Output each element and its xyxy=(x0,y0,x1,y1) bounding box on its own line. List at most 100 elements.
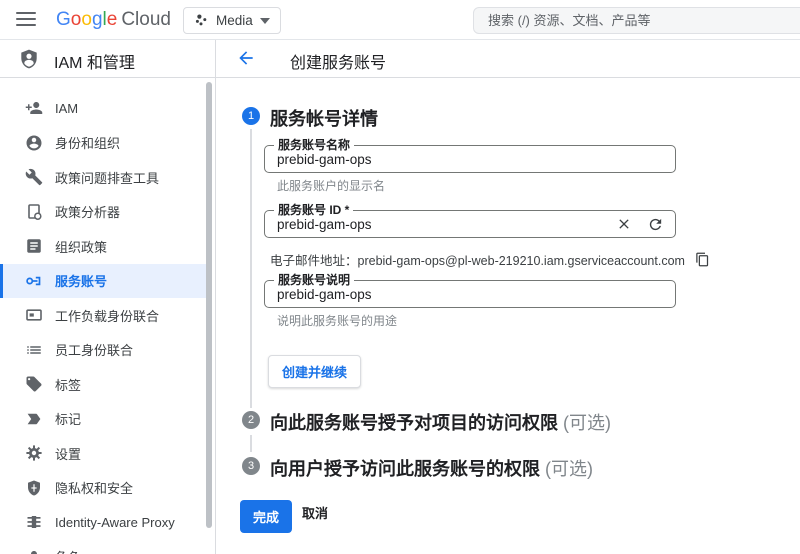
google-cloud-logo[interactable]: GoogleCloud xyxy=(56,9,171,31)
sidebar-item-identity-org[interactable]: 身份和组织 xyxy=(0,126,207,161)
top-app-bar: GoogleCloud Media xyxy=(0,0,800,40)
sidebar-item-settings[interactable]: 设置 xyxy=(0,436,207,471)
sidebar-item-labels[interactable]: 标签 xyxy=(0,367,207,402)
sidebar-item-label: 角色 xyxy=(55,547,81,554)
section-header-row: IAM 和管理 创建服务账号 xyxy=(0,40,800,78)
label-important-icon xyxy=(25,410,43,428)
create-and-continue-button[interactable]: 创建并继续 xyxy=(268,355,361,388)
step-1-indicator: 1 xyxy=(242,107,260,125)
sidebar-item-workload-identity[interactable]: 工作负载身份联合 xyxy=(0,298,207,333)
iam-shield-icon xyxy=(18,48,40,70)
step-title-text: 服务帐号详情 xyxy=(270,109,378,129)
person-add-icon xyxy=(25,99,43,117)
sidebar-item-iam[interactable]: IAM xyxy=(0,91,207,126)
logo-letter: e xyxy=(107,9,118,30)
roles-icon xyxy=(25,548,43,554)
sidebar-item-label: 工作负载身份联合 xyxy=(55,306,159,325)
sidebar-item-label: 设置 xyxy=(55,444,81,463)
sidebar-item-label: 标记 xyxy=(55,409,81,428)
clear-id-button[interactable] xyxy=(615,216,633,234)
logo-cloud-text: Cloud xyxy=(121,9,171,30)
logo-letter: g xyxy=(92,9,103,30)
name-field-helper: 此服务账户的显示名 xyxy=(277,177,385,194)
service-account-name-field: 服务账号名称 xyxy=(264,145,676,173)
chevron-down-icon xyxy=(260,18,270,24)
step-title-text: 向用户授予访问此服务账号的权限 xyxy=(270,459,540,479)
menu-icon[interactable] xyxy=(16,12,36,28)
sidebar-item-workforce-identity[interactable]: 员工身份联合 xyxy=(0,333,207,368)
step-title-text: 向此服务账号授予对项目的访问权限 xyxy=(270,413,558,433)
description-field-helper: 说明此服务账号的用途 xyxy=(277,312,397,329)
step-2-indicator: 2 xyxy=(242,411,260,429)
step-number: 3 xyxy=(248,460,254,472)
step-2-title: 向此服务账号授予对项目的访问权限 (可选) xyxy=(270,409,611,435)
sidebar-item-label: 标签 xyxy=(55,375,81,394)
sidebar-item-label: 服务账号 xyxy=(55,271,107,290)
project-selector[interactable]: Media xyxy=(183,7,281,34)
email-label: 电子邮件地址：prebid-gam-ops@pl-web-219210.iam.… xyxy=(270,250,685,269)
email-value: prebid-gam-ops@pl-web-219210.iam.gservic… xyxy=(358,254,685,268)
sidebar-item-troubleshooter[interactable]: 政策问题排查工具 xyxy=(0,160,207,195)
id-field-label: 服务账号 ID * xyxy=(274,204,353,216)
id-card-icon xyxy=(25,306,43,324)
sidebar-nav: IAM 身份和组织 政策问题排查工具 政策分析器 组织政策 服务账号 工作负载身… xyxy=(0,78,216,554)
copy-email-button[interactable] xyxy=(695,252,711,268)
logo-letter: G xyxy=(56,9,71,30)
sidebar-item-label: 隐私权和安全 xyxy=(55,478,133,497)
search-bar xyxy=(473,7,800,34)
description-field-label: 服务账号说明 xyxy=(274,274,354,286)
shield-lock-icon xyxy=(25,479,43,497)
step-3-title: 向用户授予访问此服务账号的权限 (可选) xyxy=(270,455,593,481)
step-1-title: 服务帐号详情 xyxy=(270,105,378,131)
sidebar-item-iap[interactable]: Identity-Aware Proxy xyxy=(0,505,207,540)
name-field-label: 服务账号名称 xyxy=(274,139,354,151)
policy-analyzer-icon xyxy=(25,203,43,221)
iap-icon xyxy=(25,513,43,531)
sidebar-item-label: 政策分析器 xyxy=(55,202,120,221)
sidebar-item-label: IAM xyxy=(55,101,78,116)
logo-letter: o xyxy=(71,9,82,30)
done-button[interactable]: 完成 xyxy=(240,500,292,533)
step-3-indicator: 3 xyxy=(242,457,260,475)
service-title: IAM 和管理 xyxy=(54,49,135,73)
stepper-connector xyxy=(250,435,252,452)
gear-icon xyxy=(25,444,43,462)
project-name: Media xyxy=(216,13,253,28)
service-header: IAM 和管理 xyxy=(0,40,216,77)
sidebar-item-policy-analyzer[interactable]: 政策分析器 xyxy=(0,195,207,230)
sidebar-item-label: Identity-Aware Proxy xyxy=(55,515,175,530)
copy-icon xyxy=(695,252,710,267)
tag-icon xyxy=(25,375,43,393)
service-account-description-field: 服务账号说明 xyxy=(264,280,676,308)
sidebar-item-label: 员工身份联合 xyxy=(55,340,133,359)
service-account-icon xyxy=(25,272,43,290)
refresh-icon xyxy=(647,216,664,233)
list-icon xyxy=(25,341,43,359)
sidebar-item-tags[interactable]: 标记 xyxy=(0,402,207,437)
step-number: 1 xyxy=(248,110,254,122)
logo-letter: o xyxy=(81,9,92,30)
close-icon xyxy=(616,216,632,232)
sidebar-item-label: 组织政策 xyxy=(55,237,107,256)
cancel-button[interactable]: 取消 xyxy=(302,503,328,522)
step-optional-text: (可选) xyxy=(563,413,611,433)
back-button[interactable] xyxy=(235,48,257,70)
page-header: 创建服务账号 xyxy=(216,40,800,77)
account-circle-icon xyxy=(25,134,43,152)
sidebar-item-roles[interactable]: 角色 xyxy=(0,540,207,554)
regenerate-id-button[interactable] xyxy=(646,216,664,234)
create-service-account-form: 1 服务帐号详情 服务账号名称 此服务账户的显示名 服务账号 ID * 电子邮件… xyxy=(216,78,800,554)
wrench-icon xyxy=(25,168,43,186)
project-icon xyxy=(194,13,209,28)
page-title: 创建服务账号 xyxy=(290,49,386,73)
service-account-id-field: 服务账号 ID * xyxy=(264,210,676,238)
stepper-connector xyxy=(250,129,252,408)
search-input[interactable] xyxy=(474,8,800,33)
sidebar-item-org-policies[interactable]: 组织政策 xyxy=(0,229,207,264)
sidebar-item-service-accounts[interactable]: 服务账号 xyxy=(0,264,207,299)
sidebar-scrollbar[interactable] xyxy=(206,82,212,528)
sidebar-item-privacy-security[interactable]: 隐私权和安全 xyxy=(0,471,207,506)
sidebar-item-label: 身份和组织 xyxy=(55,133,120,152)
email-address-row: 电子邮件地址：prebid-gam-ops@pl-web-219210.iam.… xyxy=(270,250,711,269)
step-optional-text: (可选) xyxy=(545,459,593,479)
